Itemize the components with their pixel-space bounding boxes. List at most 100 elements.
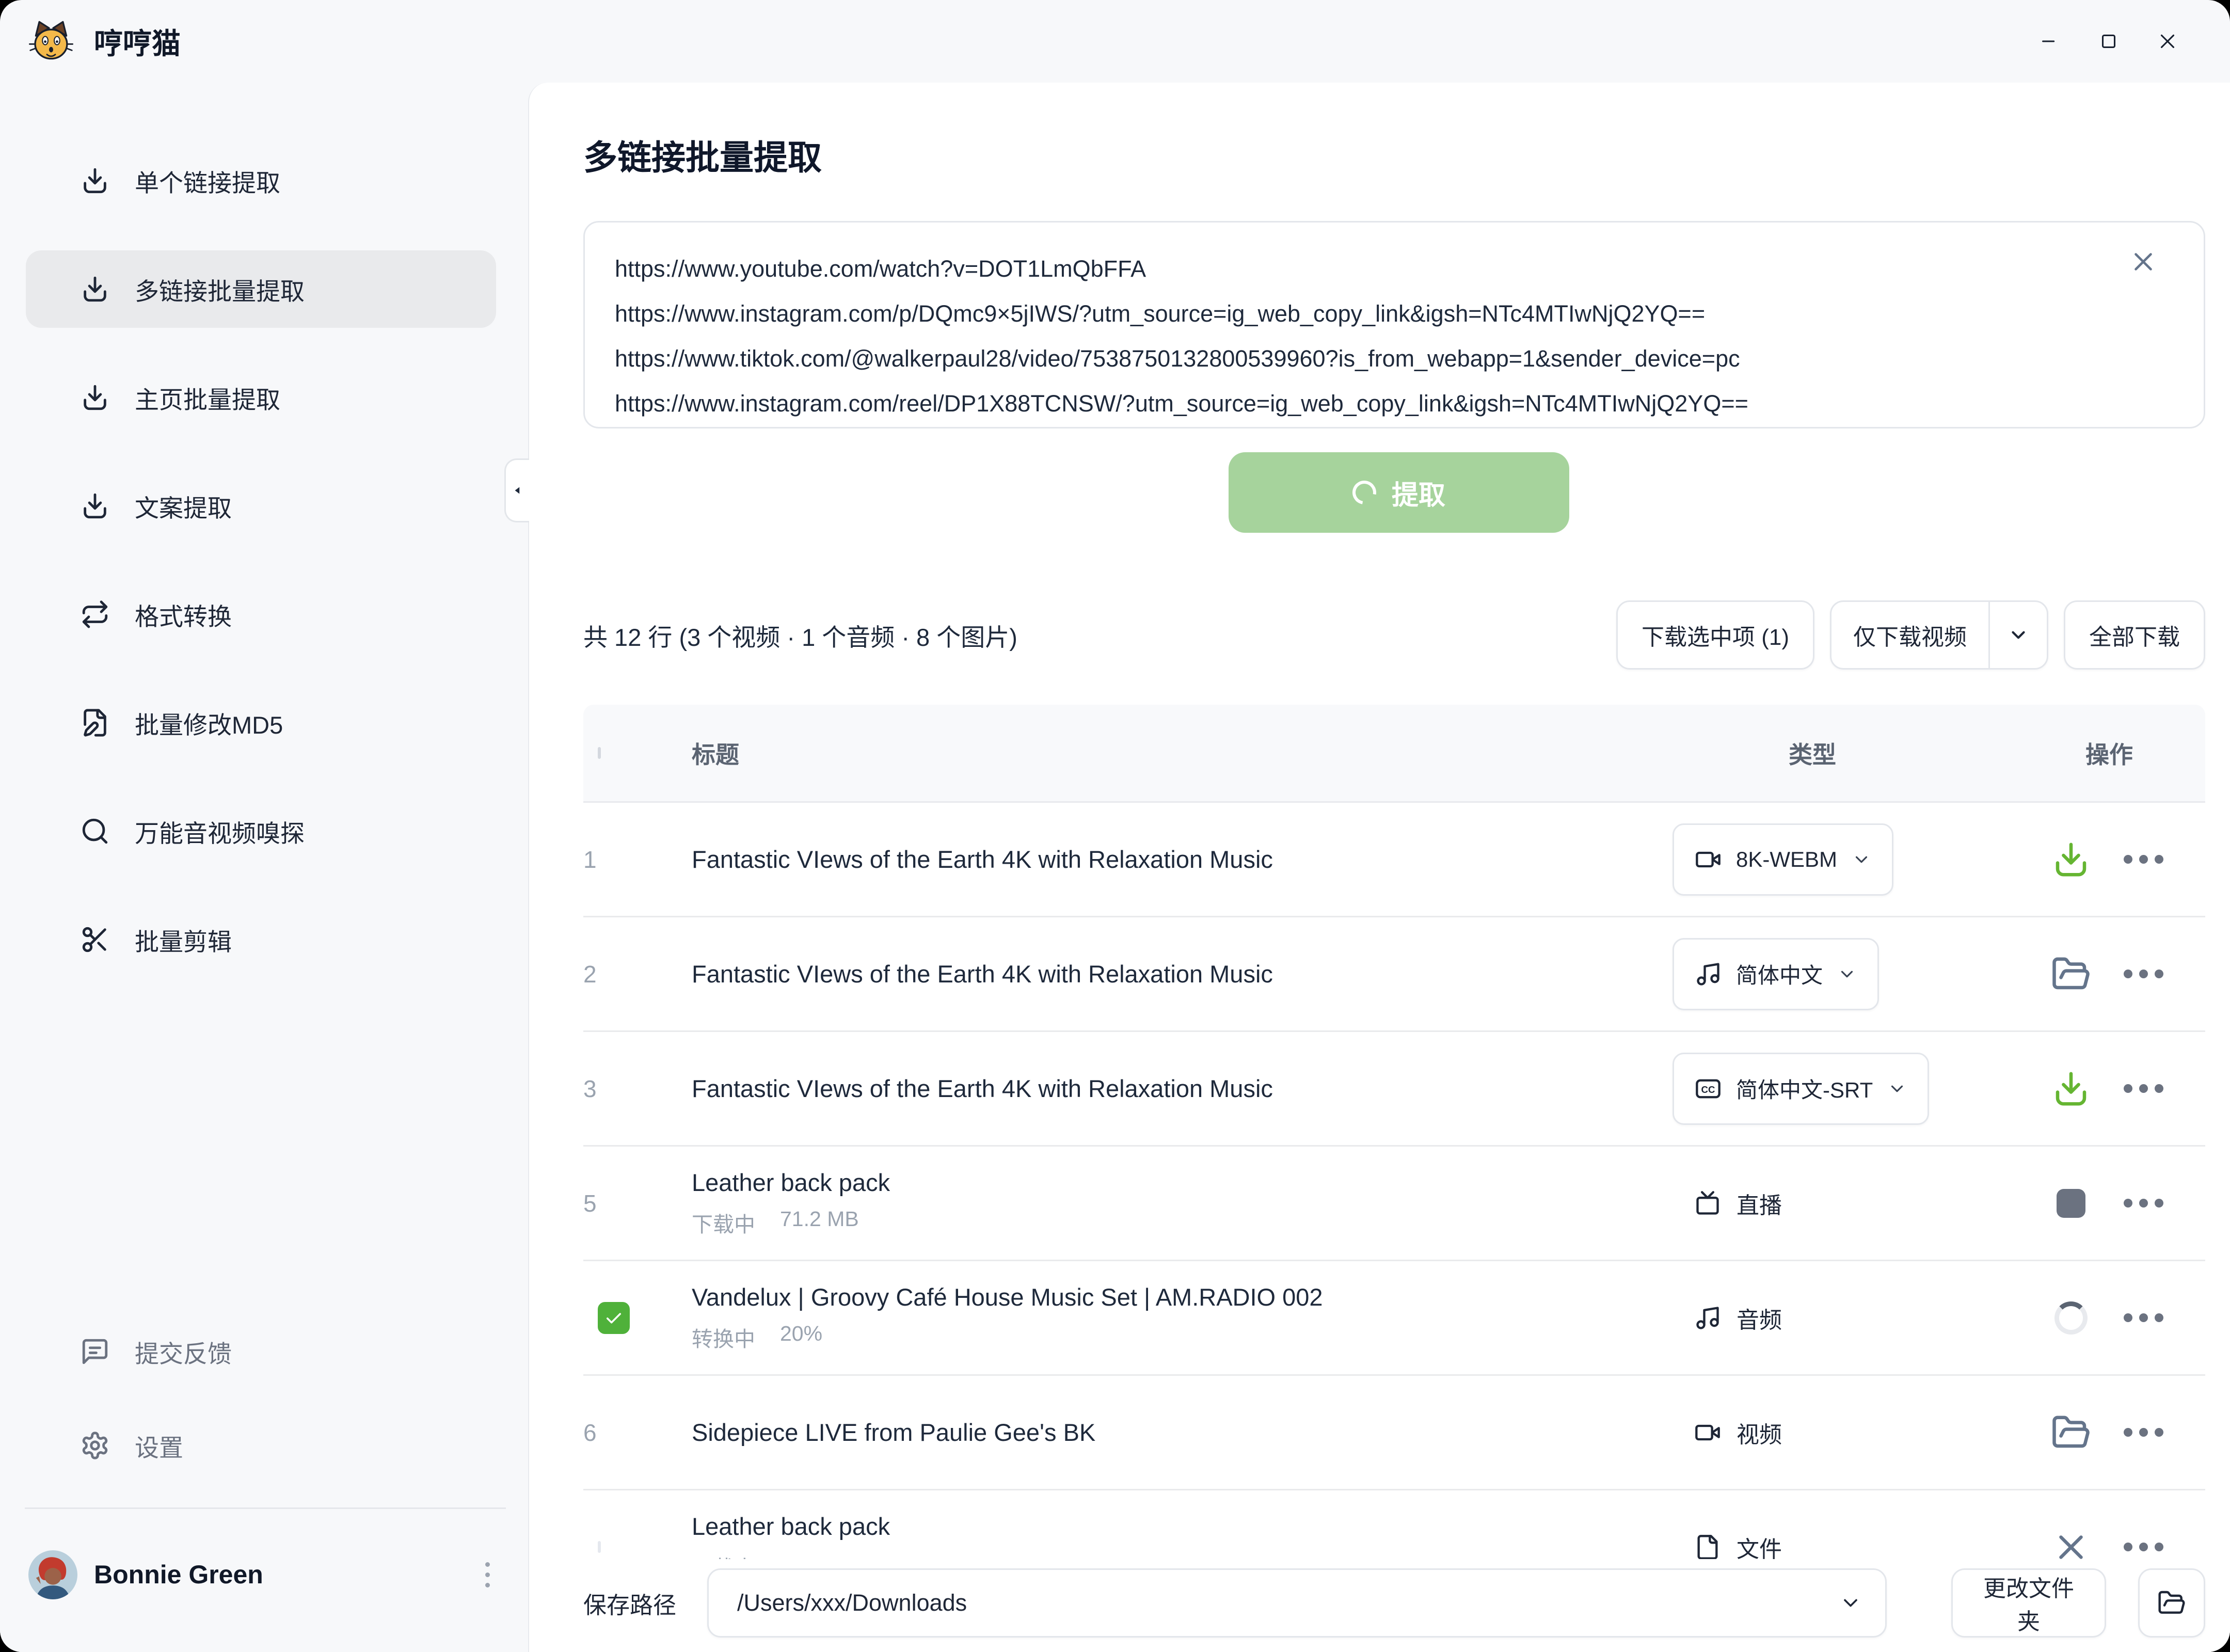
more-options-icon[interactable] [2117,948,2169,1000]
progress-spinner [2045,1292,2097,1344]
video-only-split-button[interactable]: 仅下载视频 [1830,600,2048,670]
row-actions [2045,948,2205,1000]
row-index: 1 [583,846,597,873]
save-path-bar: 保存路径 /Users/xxx/Downloads 更改文件夹 [529,1559,2230,1652]
stop-icon [2057,1189,2085,1218]
more-options-icon[interactable] [2117,1292,2169,1344]
download-all-button[interactable]: 全部下载 [2064,600,2205,670]
chevron-down-icon [1837,964,1857,984]
folder-open-icon [2157,1589,2186,1617]
user-name: Bonnie Green [94,1560,263,1590]
svg-text:CC: CC [1701,1084,1715,1094]
row-checkbox-checked[interactable] [598,1302,630,1334]
open-folder-icon[interactable] [2045,948,2097,1000]
sidebar-item[interactable]: 单个链接提取 [26,142,496,219]
column-header-action: 操作 [2039,736,2205,770]
type-label: 文件 [1737,1531,1782,1564]
maximize-icon[interactable] [2095,28,2122,55]
sidebar-item[interactable]: 主页批量提取 [26,359,496,436]
type-badge: 直播 [1694,1187,1782,1220]
row-actions [2045,1292,2205,1344]
save-path-select[interactable]: /Users/xxx/Downloads [707,1568,1887,1638]
download-icon[interactable] [2045,1063,2097,1115]
clear-input-icon[interactable] [2125,244,2161,280]
sidebar-footer-nav: 提交反馈 设置 [0,1313,528,1484]
minimize-icon[interactable] [2036,28,2063,55]
table-body: 1 Fantastic VIews of the Earth 4K with Re… [583,803,2205,1605]
select-all-checkbox[interactable] [598,747,601,759]
results-table: 标题 类型 操作 1Fantastic VIews of the Earth 4… [583,705,2205,1605]
repeat-icon [80,599,110,629]
download-icon [80,274,110,304]
type-dropdown[interactable]: CC 简体中文-SRT [1672,1053,1929,1125]
open-folder-button[interactable] [2138,1568,2205,1638]
row-title: Sidepiece LIVE from Paulie Gee's BK [692,1418,1657,1447]
sidebar-item[interactable]: 文案提取 [26,467,496,545]
type-label: 直播 [1737,1187,1782,1220]
download-selected-button[interactable]: 下载选中项 (1) [1616,600,1814,670]
file-icon [1694,1534,1721,1561]
change-folder-button[interactable]: 更改文件夹 [1951,1568,2106,1638]
results-toolbar: 共 12 行 (3 个视频 · 1 个音频 · 8 个图片) 下载选中项 (1)… [583,599,2205,671]
tv-icon [1694,1190,1721,1217]
type-badge: 音频 [1694,1301,1782,1335]
user-row: Bonnie Green [0,1541,528,1608]
more-options-icon[interactable] [2117,1407,2169,1458]
cc-icon: CC [1695,1075,1722,1102]
type-badge: 文件 [1694,1531,1782,1564]
column-header-title: 标题 [671,736,1657,770]
sidebar-item-label: 单个链接提取 [135,163,280,199]
chevron-left-icon [511,483,524,498]
row-title: Fantastic VIews of the Earth 4K with Rel… [692,845,1657,873]
type-label: 8K-WEBM [1736,847,1837,872]
row-meta: 20% [780,1322,822,1353]
chevron-down-icon[interactable] [1988,602,2047,668]
music-icon [1695,961,1722,988]
sidebar-item[interactable]: 批量修改MD5 [26,684,496,761]
row-title: Leather back pack [692,1512,1657,1540]
video-only-label[interactable]: 仅下载视频 [1831,602,1988,668]
sidebar-item[interactable]: 批量剪辑 [26,901,496,978]
sidebar-collapse-toggle[interactable] [504,458,529,522]
chevron-down-icon [1887,1079,1907,1099]
table-row: 6Sidepiece LIVE from Paulie Gee's BK 视频 [583,1376,2205,1490]
close-icon[interactable] [2154,28,2181,55]
main-panel: 多链接批量提取 https://www.youtube.com/watch?v=… [528,83,2230,1652]
sidebar-item-label: 批量剪辑 [135,922,232,958]
open-folder-icon[interactable] [2045,1407,2097,1458]
row-checkbox[interactable] [598,1541,601,1553]
row-status: 下载中 [692,1207,755,1238]
feedback-icon [80,1337,110,1367]
table-row: 1 Fantastic VIews of the Earth 4K with Re… [583,803,2205,917]
row-index: 6 [583,1419,597,1446]
url-input[interactable]: https://www.youtube.com/watch?v=DOT1LmQb… [583,221,2205,428]
row-title: Vandelux | Groovy Café House Music Set |… [692,1283,1657,1311]
sidebar-item[interactable]: 万能音视频嗅探 [26,792,496,870]
more-options-icon[interactable] [2117,834,2169,885]
type-dropdown[interactable]: 8K-WEBM [1672,823,1893,896]
row-index: 5 [583,1190,597,1217]
sidebar-item[interactable]: 多链接批量提取 [26,250,496,328]
extract-button-label: 提取 [1392,473,1445,512]
more-options-icon[interactable] [2117,1063,2169,1115]
stop-button[interactable] [2045,1178,2097,1229]
download-icon [80,383,110,412]
extract-button[interactable]: 提取 [1229,452,1569,533]
avatar[interactable] [28,1550,77,1599]
spinner-icon [2054,1301,2088,1335]
kebab-menu-icon[interactable] [480,1557,495,1593]
sidebar-item-label: 批量修改MD5 [135,705,283,741]
sidebar-item-label: 主页批量提取 [135,380,280,416]
sidebar-footer-item[interactable]: 提交反馈 [26,1313,496,1390]
sidebar-footer-item[interactable]: 设置 [26,1407,496,1484]
row-title: Leather back pack [692,1168,1657,1197]
url-lines: https://www.youtube.com/watch?v=DOT1LmQb… [615,246,2126,426]
url-line: https://www.instagram.com/p/DQmc9×5jIWS/… [615,291,2126,336]
more-options-icon[interactable] [2117,1178,2169,1229]
download-icon[interactable] [2045,834,2097,885]
row-index: 2 [583,961,597,988]
type-dropdown[interactable]: 简体中文 [1672,938,1879,1010]
sidebar-nav: 单个链接提取 多链接批量提取 主页批量提取 文案提取 格式转换 批量修改MD5 … [0,142,528,978]
table-row: 5Leather back pack下载中 71.2 MB 直播 [583,1147,2205,1261]
sidebar-item[interactable]: 格式转换 [26,576,496,653]
